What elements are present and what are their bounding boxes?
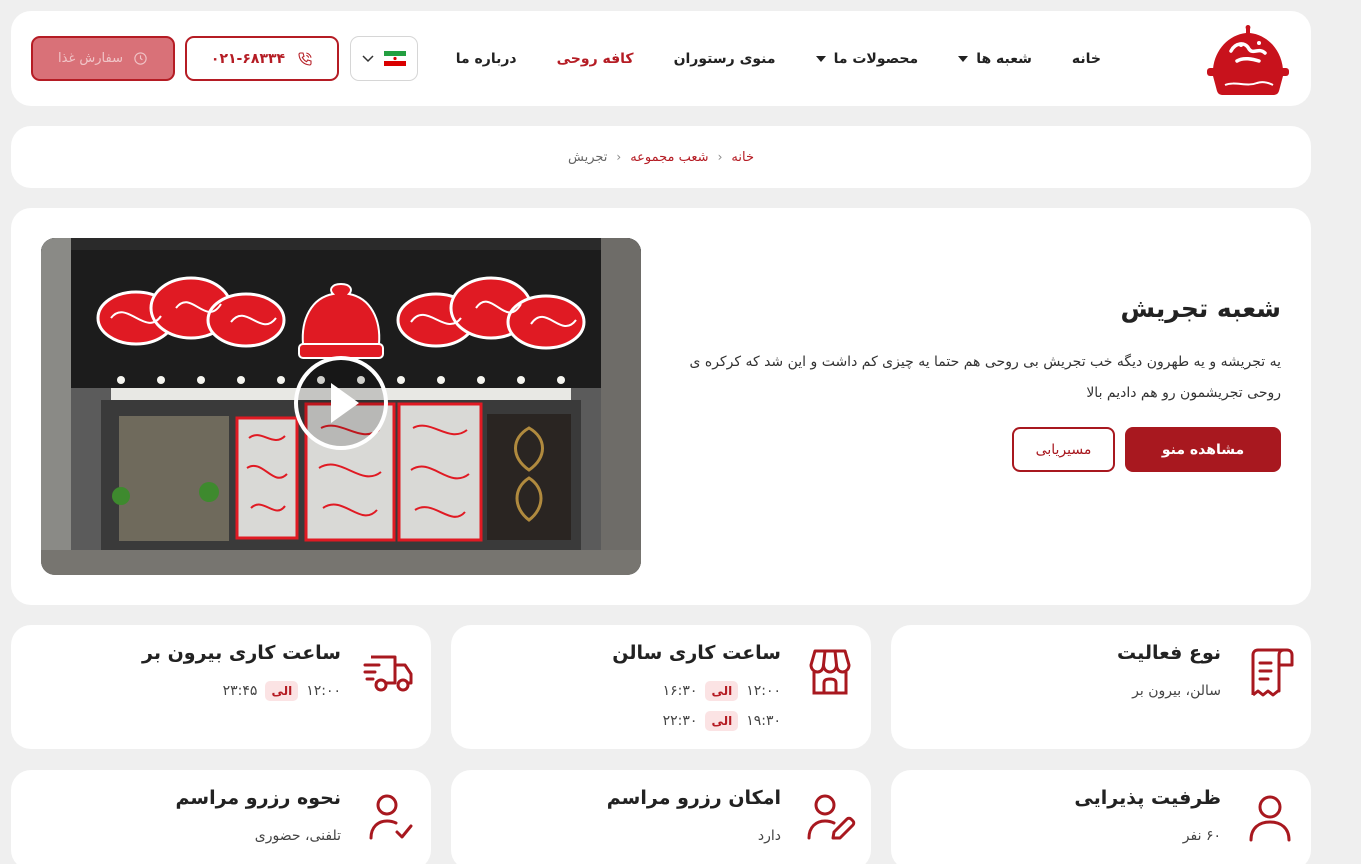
ceremony-card: امکان رزرو مراسم دارد	[451, 770, 871, 864]
hours-slot: ۱۲:۰۰ الی ۲۳:۴۵	[223, 681, 341, 701]
caret-down-icon	[958, 55, 969, 62]
reservation-method-card: نحوه رزرو مراسم تلفنی، حضوری	[11, 770, 431, 864]
user-icon	[1249, 795, 1291, 842]
chevron-left-icon: ›	[616, 150, 622, 164]
breadcrumb: خانه › شعب مجموعه › تجریش	[568, 150, 754, 165]
delivery-truck-icon	[363, 655, 413, 692]
nav-label: درباره ما	[455, 50, 517, 67]
user-edit-icon	[807, 794, 856, 840]
breadcrumb-bar: خانه › شعب مجموعه › تجریش	[11, 126, 1311, 188]
hours-slot: ۱۹:۳۰ الی ۲۲:۳۰	[663, 711, 781, 731]
phone-icon	[298, 51, 312, 66]
card-value: تلفنی، حضوری	[254, 828, 341, 844]
takeout-hours-card: ساعت کاری بیرون بر ۱۲:۰۰ الی ۲۳:۴۵	[11, 625, 431, 749]
hours-slot: ۱۲:۰۰ الی ۱۶:۳۰	[663, 681, 781, 701]
caret-down-icon	[815, 55, 826, 62]
phone-number: ۰۲۱-۶۸۳۳۴	[210, 50, 286, 67]
iran-flag-icon	[384, 51, 406, 66]
card-title: نوع فعالیت	[1117, 642, 1221, 664]
hours-from: ۱۲:۰۰	[746, 683, 781, 699]
hours-separator: الی	[705, 711, 739, 731]
view-menu-button[interactable]: مشاهده منو	[1125, 427, 1281, 472]
branch-description: یه تجریشه و یه طهرون دیگه خب تجریش بی رو…	[689, 354, 1281, 401]
breadcrumb-home[interactable]: خانه	[731, 150, 754, 165]
card-value: سالن، بیرون بر	[1132, 683, 1221, 699]
nav-item-home[interactable]: خانه	[1072, 51, 1101, 67]
nav-item-products[interactable]: محصولات ما	[815, 50, 919, 67]
user-check-icon	[369, 794, 413, 840]
language-selector[interactable]	[350, 36, 418, 81]
receipt-icon	[1251, 648, 1294, 697]
hours-from: ۱۲:۰۰	[306, 683, 341, 699]
hours-to: ۱۶:۳۰	[662, 683, 698, 699]
food-icon	[134, 52, 147, 65]
card-value: ۶۰ نفر	[1182, 828, 1221, 844]
breadcrumb-current: تجریش	[568, 149, 608, 165]
nav-item-branches[interactable]: شعبه ها	[958, 51, 1032, 67]
order-label: سفارش غذا	[58, 51, 123, 66]
card-title: امکان رزرو مراسم	[606, 787, 781, 809]
card-title: ساعت کاری بیرون بر	[142, 642, 341, 664]
nav-label: شعبه ها	[976, 50, 1032, 67]
brand-logo[interactable]	[1201, 21, 1295, 99]
nav-label: منوی رستوران	[673, 50, 776, 67]
card-value: دارد	[757, 828, 781, 844]
branch-video[interactable]	[41, 238, 641, 575]
storefront-icon	[809, 649, 851, 695]
nav-item-restaurant-menu[interactable]: منوی رستوران	[674, 51, 776, 67]
hours-from: ۱۹:۳۰	[746, 713, 781, 729]
card-title: ظرفیت پذیرایی	[1074, 787, 1221, 809]
card-title: ساعت کاری سالن	[612, 642, 781, 664]
breadcrumb-branches[interactable]: شعب مجموعه	[630, 150, 708, 165]
storefront-photo	[41, 238, 641, 575]
nav-label: خانه	[1071, 50, 1101, 67]
hours-to: ۲۲:۳۰	[662, 713, 698, 729]
hours-to: ۲۳:۴۵	[222, 683, 258, 699]
chevron-left-icon: ›	[717, 150, 723, 164]
chevron-down-icon	[362, 54, 374, 62]
site-header: خانه شعبه ها محصولات ما منوی رستوران کاف…	[11, 11, 1311, 106]
route-button[interactable]: مسیریابی	[1012, 427, 1115, 472]
nav-item-about[interactable]: درباره ما	[456, 51, 517, 67]
page-title: شعبه تجریش	[1120, 294, 1281, 323]
hall-hours-card: ساعت کاری سالن ۱۲:۰۰ الی ۱۶:۳۰ ۱۹:۳۰ الی…	[451, 625, 871, 749]
phone-button[interactable]: ۰۲۱-۶۸۳۳۴	[185, 36, 339, 81]
nav-item-cafe[interactable]: کافه روحی	[557, 51, 634, 67]
nav-label: کافه روحی	[556, 50, 634, 67]
hours-separator: الی	[705, 681, 739, 701]
main-nav: خانه شعبه ها محصولات ما منوی رستوران کاف…	[456, 11, 1101, 106]
order-food-button[interactable]: سفارش غذا	[31, 36, 175, 81]
branch-hero: شعبه تجریش یه تجریشه و یه طهرون دیگه خب …	[11, 208, 1311, 605]
activity-card: نوع فعالیت سالن، بیرون بر	[891, 625, 1311, 749]
nav-label: محصولات ما	[833, 50, 919, 67]
card-title: نحوه رزرو مراسم	[175, 787, 342, 809]
capacity-card: ظرفیت پذیرایی ۶۰ نفر	[891, 770, 1311, 864]
hours-separator: الی	[265, 681, 299, 701]
